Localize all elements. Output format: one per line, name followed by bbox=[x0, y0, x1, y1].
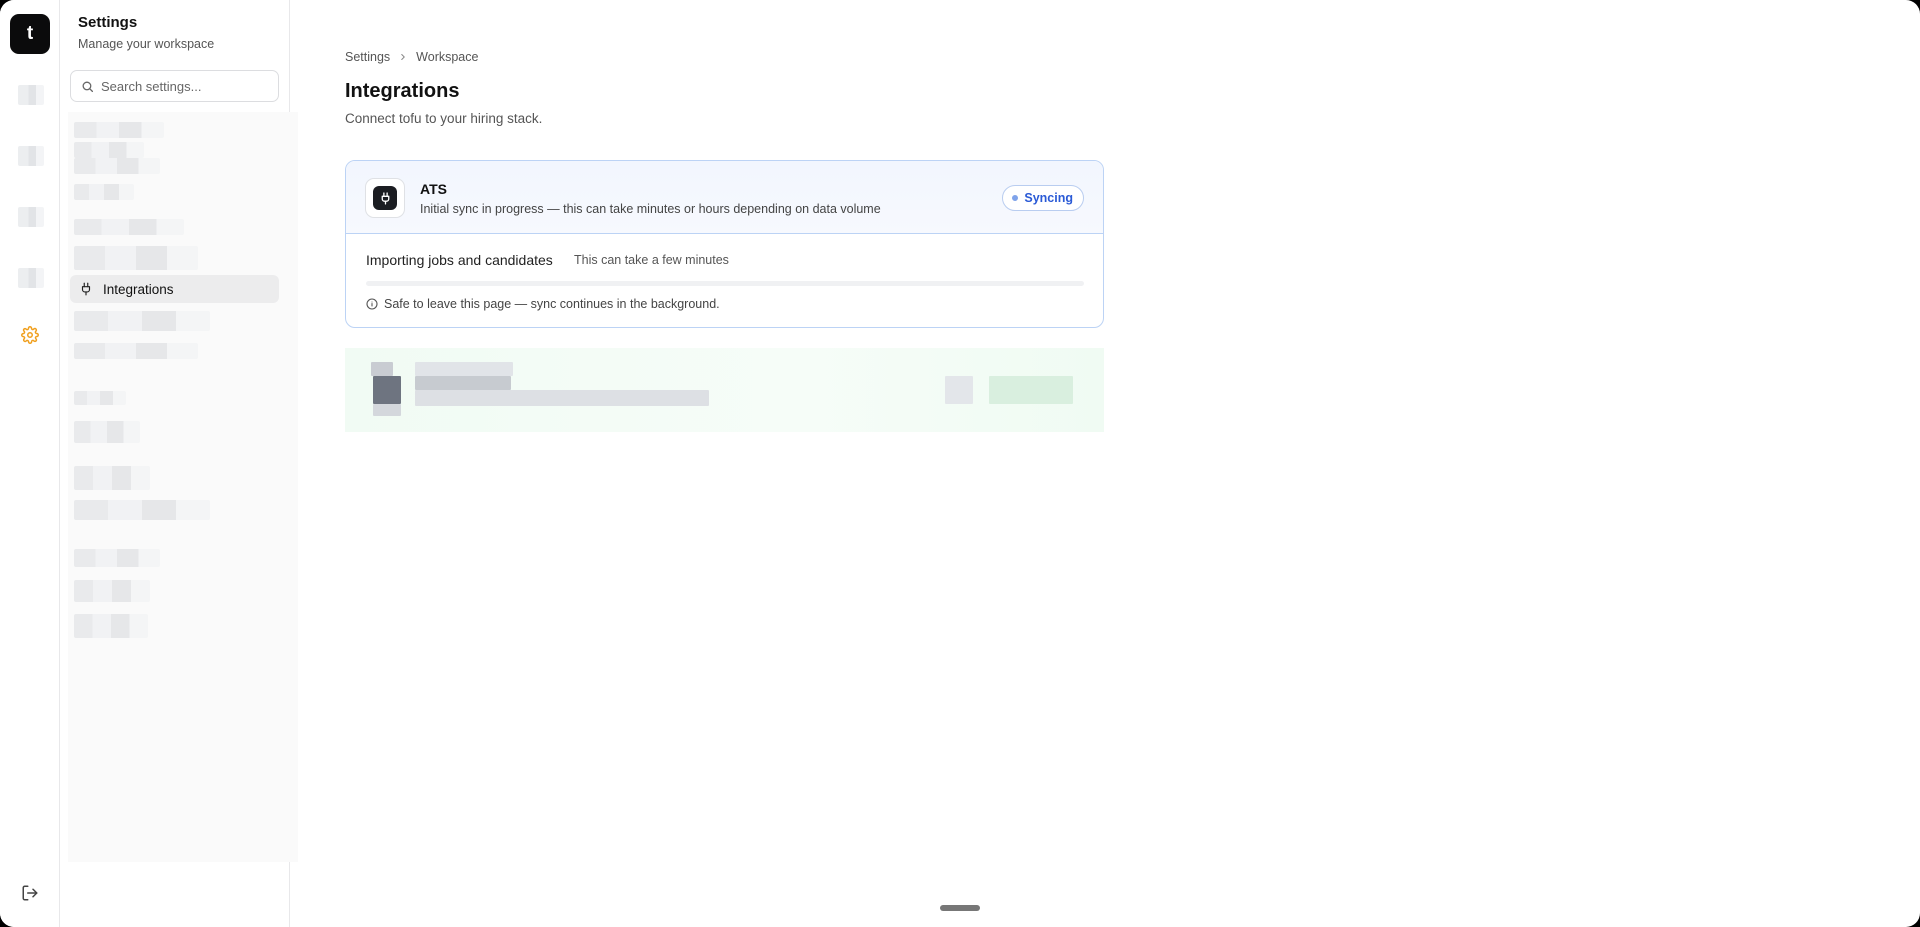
sidebar-item-placeholder[interactable] bbox=[74, 246, 198, 270]
breadcrumb-workspace[interactable]: Workspace bbox=[416, 50, 478, 64]
sidebar-item-placeholder[interactable] bbox=[74, 500, 210, 520]
placeholder-block bbox=[415, 362, 513, 376]
sidebar-section-placeholder bbox=[74, 391, 126, 405]
sidebar-item-label: Integrations bbox=[103, 281, 174, 297]
placeholder-block bbox=[373, 404, 401, 416]
sidebar-item-placeholder[interactable] bbox=[74, 142, 144, 158]
note-text: Safe to leave this page — sync continues… bbox=[384, 297, 720, 311]
background-sync-note: Safe to leave this page — sync continues… bbox=[366, 297, 720, 311]
integration-card-placeholder bbox=[345, 348, 1104, 432]
icon-rail: t bbox=[0, 0, 60, 927]
status-dot-icon bbox=[1012, 195, 1019, 201]
rail-nav-icon[interactable] bbox=[18, 146, 44, 166]
search-icon bbox=[82, 81, 94, 92]
sidebar-item-placeholder[interactable] bbox=[74, 343, 198, 359]
settings-gear-icon[interactable] bbox=[21, 326, 39, 344]
rail-nav-icon[interactable] bbox=[18, 85, 44, 105]
placeholder-block bbox=[415, 390, 709, 406]
integration-card-header: ATS Initial sync in progress — this can … bbox=[346, 161, 1103, 234]
settings-sidebar: Settings Manage your workspace Integrati… bbox=[60, 0, 298, 927]
status-badge-label: Syncing bbox=[1024, 191, 1073, 205]
integration-logo bbox=[365, 178, 405, 218]
logout-icon[interactable] bbox=[21, 884, 39, 902]
placeholder-button bbox=[989, 376, 1073, 404]
sidebar-item-placeholder[interactable] bbox=[74, 184, 134, 200]
search-input[interactable] bbox=[101, 78, 271, 94]
resize-handle[interactable] bbox=[940, 905, 980, 911]
placeholder-logo bbox=[373, 376, 401, 404]
sidebar-item-placeholder[interactable] bbox=[74, 158, 160, 174]
integration-card-ats: ATS Initial sync in progress — this can … bbox=[345, 160, 1104, 328]
status-badge: Syncing bbox=[1002, 185, 1084, 211]
app-window: t Settings Manage your workspace Search … bbox=[0, 0, 1920, 927]
settings-search[interactable] bbox=[70, 70, 279, 102]
main-content: Settings Workspace Integrations Connect … bbox=[291, 0, 1920, 927]
integration-name: ATS bbox=[420, 181, 447, 197]
sidebar-item-placeholder[interactable] bbox=[74, 580, 150, 602]
page-title: Integrations bbox=[345, 80, 460, 102]
rail-nav-icon[interactable] bbox=[18, 268, 44, 288]
plug-icon bbox=[381, 191, 389, 205]
page-description: Connect tofu to your hiring stack. bbox=[345, 111, 543, 126]
placeholder-block bbox=[371, 362, 393, 376]
integration-status-text: Initial sync in progress — this can take… bbox=[420, 202, 881, 216]
sidebar-item-placeholder[interactable] bbox=[74, 122, 164, 138]
sidebar-item-placeholder[interactable] bbox=[74, 311, 210, 331]
sidebar-item-placeholder[interactable] bbox=[74, 421, 140, 443]
rail-nav-icon[interactable] bbox=[18, 207, 44, 227]
sidebar-item-integrations[interactable]: Integrations bbox=[70, 275, 279, 303]
sidebar-item-placeholder[interactable] bbox=[74, 466, 150, 490]
breadcrumb-settings[interactable]: Settings bbox=[345, 50, 390, 64]
info-icon bbox=[366, 298, 378, 310]
breadcrumb: Settings Workspace bbox=[345, 50, 478, 64]
sync-progress-bar bbox=[366, 281, 1084, 286]
chevron-right-icon bbox=[401, 53, 405, 61]
sidebar-item-placeholder[interactable] bbox=[74, 614, 148, 638]
sidebar-title: Settings bbox=[78, 14, 138, 31]
workspace-logo[interactable]: t bbox=[10, 14, 50, 54]
sidebar-item-placeholder[interactable] bbox=[74, 219, 184, 235]
import-subtitle: This can take a few minutes bbox=[574, 253, 729, 267]
sidebar-item-placeholder[interactable] bbox=[74, 549, 160, 567]
plug-icon bbox=[81, 282, 91, 296]
placeholder-block bbox=[415, 376, 511, 390]
integration-card-body: Importing jobs and candidates This can t… bbox=[346, 234, 1103, 327]
sidebar-subtitle: Manage your workspace bbox=[78, 37, 215, 51]
placeholder-block bbox=[945, 376, 973, 404]
import-title: Importing jobs and candidates bbox=[366, 252, 553, 268]
